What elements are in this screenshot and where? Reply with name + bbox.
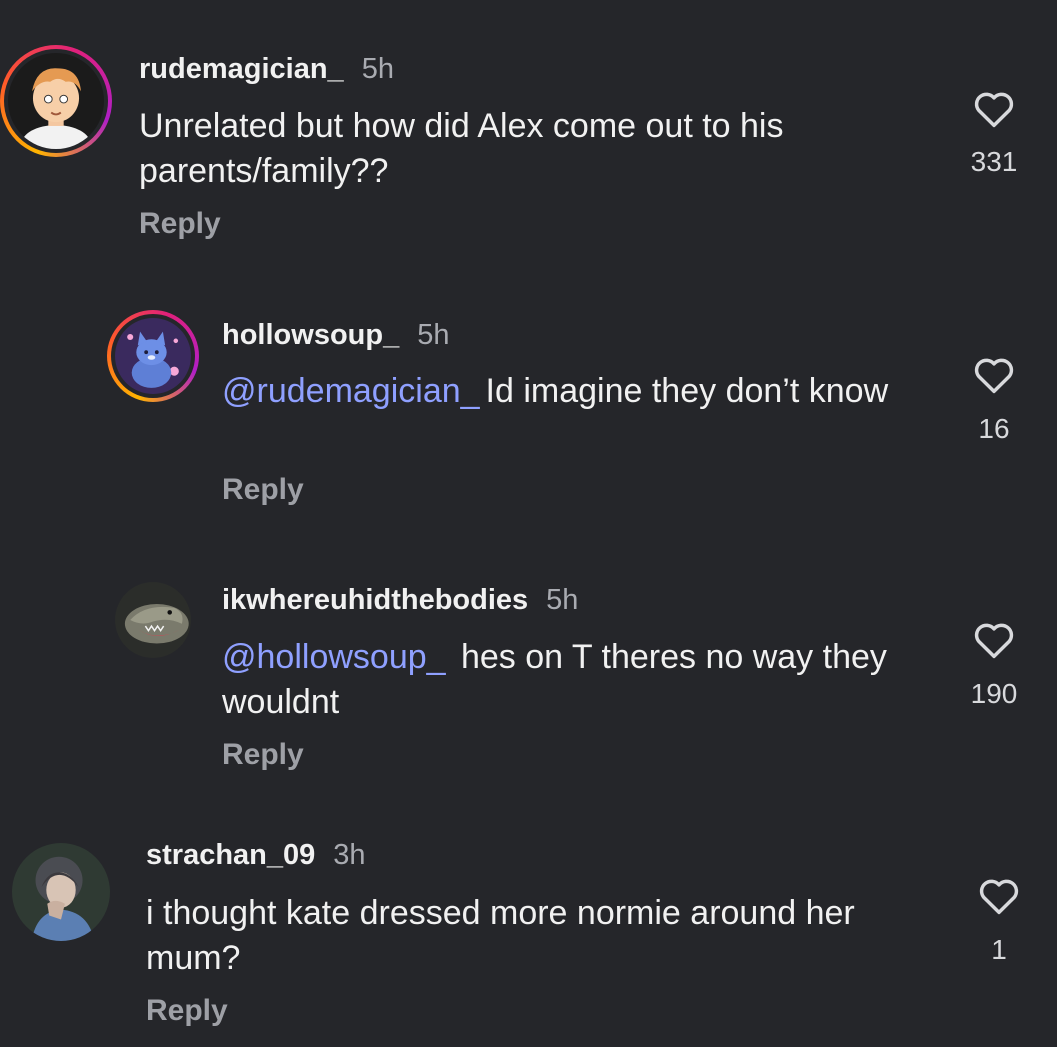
reply-button[interactable]: Reply (222, 738, 304, 772)
mention-link[interactable]: @hollowsoup_ (222, 638, 446, 676)
timestamp: 3h (333, 839, 366, 871)
comment-body: i thought kate dressed more normie aroun… (146, 894, 855, 977)
like-count: 190 (970, 678, 1018, 709)
like-count: 331 (970, 146, 1018, 177)
comment-text: Unrelated but how did Alex come out to h… (139, 104, 899, 194)
comment-header: ikwhereuhidthebodies 5h (222, 583, 578, 617)
reply-button[interactable]: Reply (222, 473, 304, 507)
comment-header: rudemagician_ 5h (139, 52, 394, 86)
like-button[interactable] (969, 877, 1029, 915)
heart-icon (974, 623, 1014, 659)
heart-icon (974, 358, 1014, 394)
timestamp: 5h (361, 53, 394, 85)
like-count: 16 (978, 413, 1010, 444)
blue-cat-avatar-icon (115, 318, 191, 394)
heart-icon (979, 879, 1019, 915)
username[interactable]: ikwhereuhidthebodies (222, 584, 528, 616)
reply-button[interactable]: Reply (146, 994, 228, 1028)
like-button[interactable] (964, 356, 1024, 394)
like-button[interactable] (964, 621, 1024, 659)
comment-header: strachan_09 3h (146, 838, 366, 872)
comments-list: rudemagician_ 5h Unrelated but how did Al… (0, 0, 1057, 1047)
comment-body: Unrelated but how did Alex come out to h… (139, 107, 784, 190)
avatar[interactable] (0, 45, 112, 157)
timestamp: 5h (417, 319, 450, 351)
photo-avatar-icon (12, 843, 110, 941)
heart-icon (974, 92, 1014, 128)
comment-text: i thought kate dressed more normie aroun… (146, 891, 916, 981)
dinosaur-avatar-icon (115, 582, 191, 658)
comment-text: @hollowsoup_ hes on T theres no way they… (222, 635, 922, 725)
timestamp: 5h (546, 584, 579, 616)
avatar[interactable] (12, 843, 110, 941)
avatar[interactable] (107, 310, 199, 402)
comment-body: Id imagine they don’t know (485, 372, 889, 410)
comment-text: @rudemagician_ Id imagine they don’t know (222, 369, 912, 414)
mention-link[interactable]: @rudemagician_ (222, 372, 480, 410)
comment-header: hollowsoup_ 5h (222, 318, 449, 352)
username[interactable]: strachan_09 (146, 839, 315, 871)
username[interactable]: rudemagician_ (139, 53, 344, 85)
like-button[interactable] (964, 90, 1024, 128)
like-count: 1 (991, 934, 1007, 965)
cartoon-boy-avatar-icon (8, 53, 104, 149)
username[interactable]: hollowsoup_ (222, 319, 399, 351)
reply-button[interactable]: Reply (139, 207, 221, 241)
avatar[interactable] (115, 582, 191, 658)
